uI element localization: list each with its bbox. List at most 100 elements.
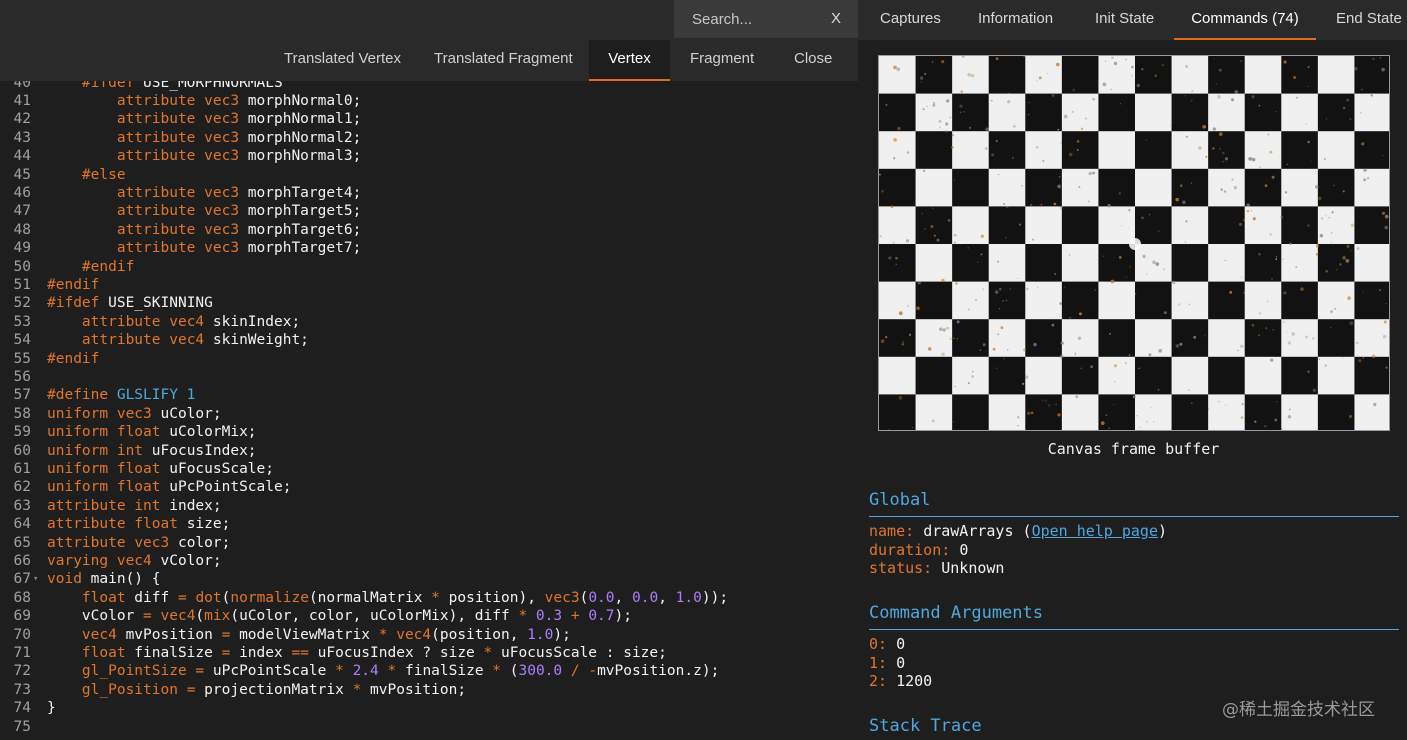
code-token: attribute bbox=[116, 203, 196, 220]
code-line: 61 uniform float uFocusScale; bbox=[0, 460, 860, 478]
particle-dot bbox=[1212, 127, 1216, 131]
particle-dot bbox=[1382, 334, 1387, 339]
particle-dot bbox=[1185, 65, 1188, 68]
checker-square bbox=[1281, 56, 1318, 94]
particle-dot bbox=[979, 349, 982, 351]
code-line: 58 uniform vec3 uColor; bbox=[0, 405, 860, 423]
checker-square bbox=[879, 244, 916, 282]
particle-dot bbox=[1288, 408, 1291, 411]
particle-dot bbox=[1325, 269, 1328, 273]
checker-square bbox=[1354, 131, 1389, 169]
particle-dot bbox=[1222, 160, 1224, 163]
particle-dot bbox=[1361, 142, 1365, 146]
particle-dot bbox=[893, 138, 897, 142]
particle-dot bbox=[1269, 150, 1273, 154]
code-line: 74} bbox=[0, 699, 860, 717]
code-token: (uColor, color, uColorMix), diff bbox=[230, 608, 519, 625]
particle-dot bbox=[1185, 135, 1188, 138]
checker-square bbox=[915, 206, 953, 244]
checker-square bbox=[1171, 244, 1209, 282]
tab-commands[interactable]: Commands (74) bbox=[1174, 0, 1316, 40]
code-token: + bbox=[570, 608, 580, 625]
particle-dot bbox=[1138, 367, 1140, 370]
particle-dot bbox=[1078, 186, 1081, 189]
tab-information[interactable]: Information bbox=[978, 0, 1053, 40]
particle-dot bbox=[1331, 211, 1334, 214]
checker-square bbox=[1171, 394, 1209, 430]
tab-captures[interactable]: Captures bbox=[880, 0, 941, 40]
search-clear-button[interactable]: X bbox=[831, 10, 841, 27]
code-token: morphNormal0; bbox=[239, 92, 362, 109]
shader-code-editor[interactable]: 40 #ifdef USE_MORPHNORMALS 41 attribute v… bbox=[0, 81, 860, 740]
code-text: vec4 mvPosition = modelViewMatrix * vec4… bbox=[47, 626, 571, 644]
code-token: index bbox=[230, 644, 292, 661]
code-token: mvPosition.z); bbox=[597, 663, 720, 680]
particle-dot bbox=[1243, 219, 1245, 222]
code-line: 60 uniform int uFocusIndex; bbox=[0, 442, 860, 460]
particle-dot bbox=[1307, 86, 1309, 87]
code-token: vec4 bbox=[160, 608, 196, 625]
particle-dot bbox=[1102, 82, 1107, 87]
tab-vertex[interactable]: Vertex bbox=[589, 40, 670, 81]
code-token: float bbox=[116, 424, 161, 441]
argument-value: 1200 bbox=[896, 672, 933, 690]
particle-dot bbox=[960, 90, 964, 93]
code-text: #define GLSLIFY 1 bbox=[47, 386, 195, 404]
code-line: 40 #ifdef USE_MORPHNORMALS bbox=[0, 81, 860, 92]
particle-dot bbox=[933, 234, 936, 237]
particle-dot bbox=[1090, 365, 1094, 369]
checker-square bbox=[1061, 56, 1099, 94]
code-token: modelViewMatrix bbox=[230, 626, 379, 643]
particle-dot bbox=[1379, 57, 1381, 59]
particle-dot bbox=[1281, 428, 1283, 430]
name-key: name: bbox=[869, 522, 915, 540]
tab-translated-vertex[interactable]: Translated Vertex bbox=[284, 40, 401, 81]
code-line: 72 gl_PointSize = uPcPointScale * 2.4 * … bbox=[0, 662, 860, 680]
tab-fragment[interactable]: Fragment bbox=[690, 40, 754, 81]
code-line: 41 attribute vec3 morphNormal0; bbox=[0, 92, 860, 110]
search-input[interactable] bbox=[692, 9, 822, 29]
particle-dot bbox=[1125, 58, 1127, 61]
particle-dot bbox=[895, 256, 898, 260]
particle-dot bbox=[896, 67, 901, 72]
particle-dot bbox=[1345, 259, 1350, 263]
particle-dot bbox=[1023, 348, 1027, 352]
code-text: float finalSize = index == uFocusIndex ?… bbox=[47, 644, 667, 662]
tab-end-state[interactable]: End State bbox=[1336, 0, 1402, 40]
particle-dot bbox=[1071, 110, 1074, 113]
particle-dot bbox=[1300, 287, 1304, 291]
open-help-page-link[interactable]: Open help page bbox=[1032, 522, 1158, 540]
canvas-caption: Canvas frame buffer bbox=[1047, 440, 1220, 458]
particle-dot bbox=[1234, 90, 1239, 94]
particle-dot bbox=[902, 341, 904, 343]
line-number: 71 bbox=[13, 644, 31, 661]
tab-init-state[interactable]: Init State bbox=[1095, 0, 1154, 40]
particle-dot bbox=[985, 127, 989, 131]
particle-dot bbox=[1145, 420, 1148, 423]
particle-dot bbox=[881, 189, 884, 193]
code-text: attribute float size; bbox=[47, 515, 230, 533]
particle-dot bbox=[1251, 157, 1256, 162]
particle-dot bbox=[1258, 334, 1261, 337]
checker-square bbox=[1317, 244, 1355, 282]
particle-dot bbox=[1259, 312, 1262, 315]
code-line: 48 attribute vec3 morphTarget6; bbox=[0, 221, 860, 239]
particle-dot bbox=[1027, 114, 1030, 116]
code-token: = bbox=[195, 663, 205, 680]
close-button[interactable]: Close bbox=[794, 40, 832, 81]
fold-toggle-icon[interactable]: ▾ bbox=[33, 570, 38, 588]
checker-square bbox=[1135, 356, 1172, 395]
particle-dot bbox=[1063, 114, 1068, 119]
code-line: 45 #else bbox=[0, 166, 860, 184]
code-token: uniform bbox=[47, 405, 109, 422]
tab-translated-fragment[interactable]: Translated Fragment bbox=[434, 40, 573, 81]
